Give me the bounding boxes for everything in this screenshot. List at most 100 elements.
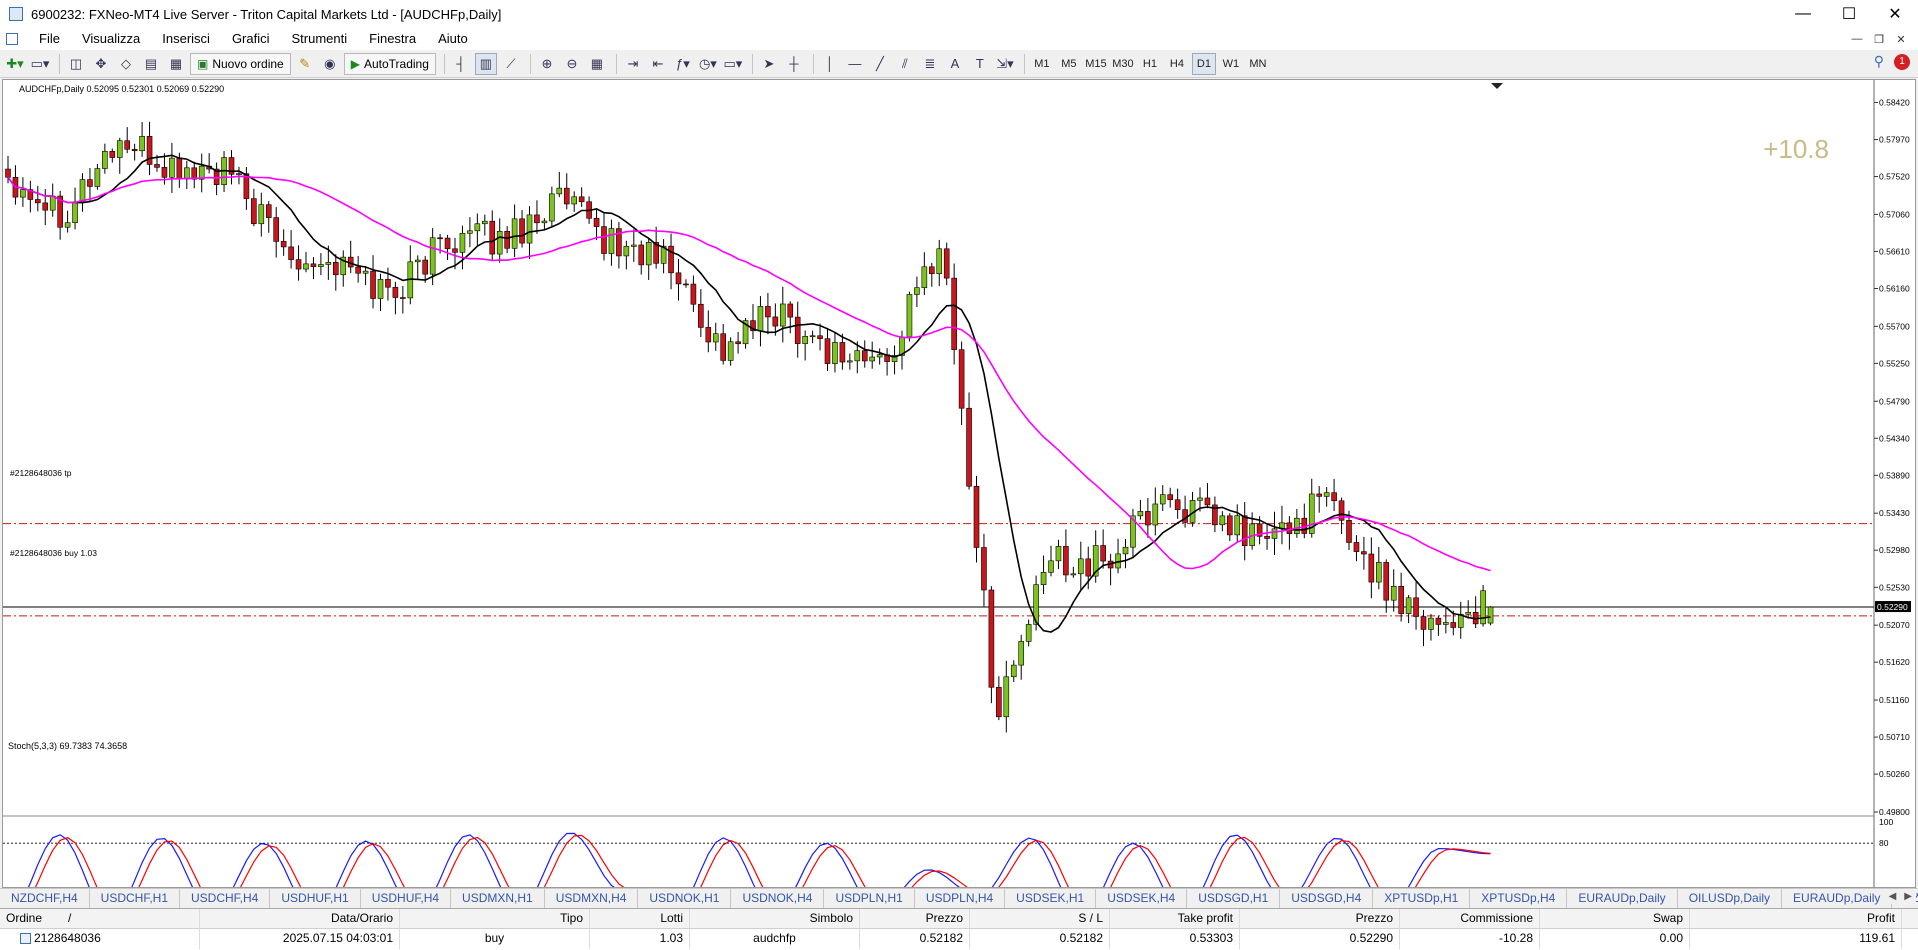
- text-label-icon[interactable]: T: [969, 53, 991, 75]
- child-window-icon[interactable]: [6, 33, 18, 45]
- tile-windows-icon[interactable]: ▦: [586, 53, 608, 75]
- tab-chart[interactable]: USDMXN,H4: [545, 889, 639, 908]
- tab-chart[interactable]: XPTUSDp,H1: [1373, 889, 1471, 908]
- column-header[interactable]: Simbolo: [690, 909, 860, 929]
- tab-chart[interactable]: USDNOK,H4: [731, 889, 825, 908]
- tabs-scroll-left-icon[interactable]: ◀: [1885, 889, 1901, 904]
- bar-chart-icon[interactable]: ┤: [450, 53, 472, 75]
- timeframe-d1[interactable]: D1: [1191, 52, 1216, 75]
- zoom-in-icon[interactable]: ⊕: [536, 53, 558, 75]
- tab-chart[interactable]: XPTUSDp,H4: [1470, 889, 1568, 908]
- tab-chart[interactable]: USDCHF,H1: [90, 889, 181, 908]
- crosshair-nav-icon[interactable]: ✥: [90, 53, 112, 75]
- timeframe-m1[interactable]: M1: [1030, 53, 1054, 75]
- timeframe-h1[interactable]: H1: [1138, 53, 1162, 75]
- fibonacci-icon[interactable]: ≣: [919, 53, 941, 75]
- tab-chart[interactable]: USDPLN,H4: [915, 889, 1006, 908]
- market-watch-icon[interactable]: ◫: [65, 53, 87, 75]
- candle: [541, 218, 548, 230]
- candle-chart-icon[interactable]: ▥: [474, 52, 497, 75]
- signals-icon[interactable]: ◉: [319, 53, 341, 75]
- tab-chart[interactable]: USDSEK,H1: [1005, 889, 1097, 908]
- menu-file[interactable]: File: [28, 28, 71, 50]
- tab-chart[interactable]: USDPLN,H1: [824, 889, 915, 908]
- tab-chart[interactable]: USDHUF,H1: [270, 889, 361, 908]
- timeframe-h4[interactable]: H4: [1165, 53, 1189, 75]
- price-tick-label: 0.58420: [1879, 97, 1910, 107]
- tab-chart[interactable]: OILUSDp,Daily: [1678, 889, 1783, 908]
- column-header[interactable]: Profit: [1690, 909, 1902, 929]
- profiles-icon[interactable]: ▭▾: [29, 53, 51, 75]
- child-minimize-icon[interactable]: —: [1846, 33, 1868, 45]
- menu-visualizza[interactable]: Visualizza: [71, 28, 151, 50]
- tab-chart[interactable]: EURAUDp,Daily: [1567, 889, 1678, 908]
- tester-icon[interactable]: ▦: [165, 53, 187, 75]
- cursor-icon[interactable]: ➤: [758, 53, 780, 75]
- child-close-icon[interactable]: ✕: [1890, 33, 1912, 46]
- tab-chart[interactable]: EURAUDp,Daily: [1782, 889, 1893, 908]
- channel-icon[interactable]: ⫽: [894, 53, 916, 75]
- zoom-out-icon[interactable]: ⊖: [561, 53, 583, 75]
- column-header[interactable]: Take profit: [1110, 909, 1240, 929]
- timeframe-mn[interactable]: MN: [1246, 53, 1270, 75]
- column-header[interactable]: Data/Orario: [200, 909, 400, 929]
- column-header[interactable]: Commissione: [1400, 909, 1540, 929]
- tab-chart[interactable]: NZDCHF,H4: [0, 889, 90, 908]
- column-header[interactable]: Prezzo: [1240, 909, 1400, 929]
- new-order-button[interactable]: ▣ Nuovo ordine: [190, 52, 291, 75]
- chart-shift-marker[interactable]: [1491, 83, 1503, 89]
- chart-window[interactable]: 0.52290 0.58420 0.57970 0.57520 0.57060 0.56…: [2, 79, 1916, 950]
- tab-chart[interactable]: USDSGD,H4: [1280, 889, 1374, 908]
- tab-chart[interactable]: USDSGD,H1: [1187, 889, 1281, 908]
- menu-aiuto[interactable]: Aiuto: [427, 28, 479, 50]
- search-icon[interactable]: ⚲: [1874, 53, 1884, 70]
- crosshair-icon[interactable]: ┼: [783, 53, 805, 75]
- column-header[interactable]: Lotti: [590, 909, 690, 929]
- price-chart[interactable]: 0.52290 0.58420 0.57970 0.57520 0.57060 0.56…: [3, 80, 1915, 950]
- auto-scroll-icon[interactable]: ⇥: [622, 53, 644, 75]
- column-header[interactable]: Prezzo: [860, 909, 970, 929]
- menu-finestra[interactable]: Finestra: [358, 28, 427, 50]
- column-header[interactable]: Tipo: [400, 909, 590, 929]
- column-header[interactable]: S / L: [970, 909, 1110, 929]
- timeframe-m30[interactable]: M30: [1111, 53, 1135, 75]
- menu-inserisci[interactable]: Inserisci: [151, 28, 221, 50]
- chart-shift-icon[interactable]: ⇤: [647, 53, 669, 75]
- timeframe-m15[interactable]: M15: [1084, 53, 1108, 75]
- autotrading-button[interactable]: ▶ AutoTrading: [343, 52, 436, 75]
- vertical-line-icon[interactable]: │: [819, 53, 841, 75]
- column-header[interactable]: Ordine: [0, 909, 200, 929]
- timeframe-m5[interactable]: M5: [1057, 53, 1081, 75]
- line-chart-icon[interactable]: ⟋: [500, 53, 522, 75]
- indicators-icon[interactable]: ƒ▾: [672, 53, 694, 75]
- price-tick-label: 0.52530: [1879, 582, 1910, 592]
- text-icon[interactable]: A: [944, 53, 966, 75]
- tab-chart[interactable]: USDNOK,H1: [638, 889, 732, 908]
- arrows-icon[interactable]: ⇲▾: [994, 53, 1016, 75]
- periods-icon[interactable]: ◷▾: [697, 53, 719, 75]
- new-chart-icon[interactable]: ✚▾: [4, 53, 26, 75]
- menu-grafici[interactable]: Grafici: [221, 28, 281, 50]
- horizontal-line-icon[interactable]: —: [844, 53, 866, 75]
- child-restore-icon[interactable]: ❐: [1868, 33, 1890, 46]
- table-row[interactable]: 2128648036 2025.07.15 04:03:01 buy 1.03 audc…: [0, 929, 1918, 949]
- column-header[interactable]: Swap: [1540, 909, 1690, 929]
- timeframe-w1[interactable]: W1: [1219, 53, 1243, 75]
- minimize-button[interactable]: —: [1780, 0, 1826, 28]
- terminal-icon[interactable]: ▤: [140, 53, 162, 75]
- maximize-button[interactable]: ☐: [1826, 0, 1872, 28]
- trendline-icon[interactable]: ╱: [869, 53, 891, 75]
- notification-badge[interactable]: 1: [1894, 53, 1910, 70]
- candle: [750, 304, 756, 340]
- tab-chart[interactable]: USDSEK,H4: [1096, 889, 1188, 908]
- tabs-scroll-right-icon[interactable]: ▶: [1900, 889, 1916, 904]
- candle: [988, 586, 995, 704]
- tab-chart[interactable]: USDMXN,H1: [451, 889, 545, 908]
- close-button[interactable]: ✕: [1872, 0, 1918, 28]
- navigator-icon[interactable]: ◇: [115, 53, 137, 75]
- tab-chart[interactable]: USDCHF,H4: [180, 889, 271, 908]
- templates-icon[interactable]: ▭▾: [722, 53, 744, 75]
- menu-strumenti[interactable]: Strumenti: [281, 28, 359, 50]
- expert-editor-icon[interactable]: ✎: [294, 53, 316, 75]
- tab-chart[interactable]: USDHUF,H4: [361, 889, 452, 908]
